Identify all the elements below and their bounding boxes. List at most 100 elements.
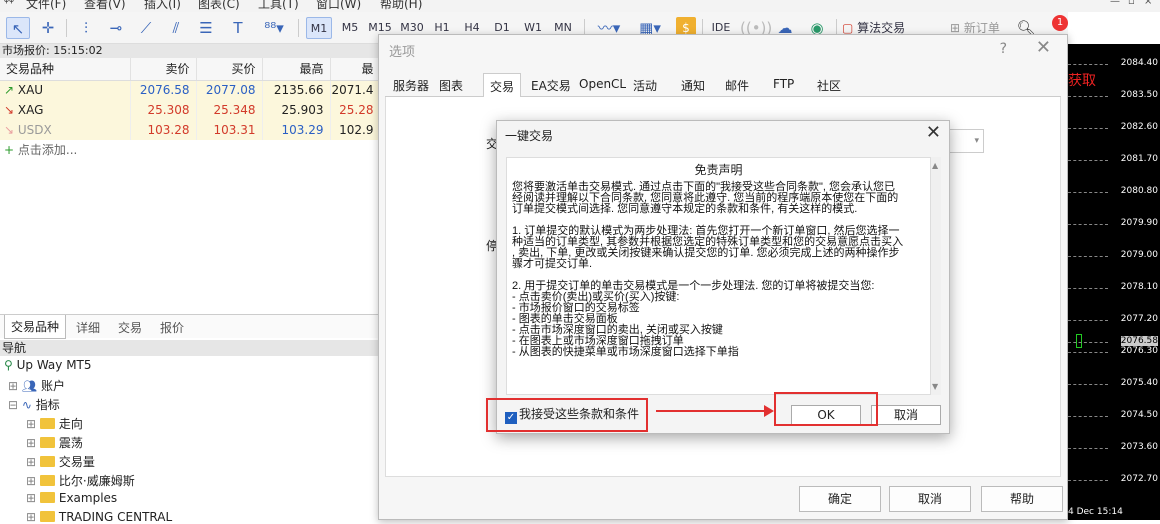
scroll-down-icon[interactable]: ▼ (932, 382, 938, 391)
fibonacci-icon[interactable]: ☰ (194, 17, 218, 39)
folder-icon (39, 437, 55, 448)
col-high[interactable]: 最高 (262, 58, 331, 81)
shapes-icon[interactable]: ⁸⁸▾ (256, 17, 292, 39)
tab-community[interactable]: 社区 (817, 77, 841, 94)
stop-icon: ▢ (842, 21, 858, 35)
price-label: 2079.90 (1120, 218, 1158, 228)
menu-file[interactable]: 文件(F) (26, 0, 66, 12)
arrow-down-icon: ↘ (4, 123, 18, 137)
price-label: 2082.60 (1120, 122, 1158, 132)
dialog-title: 一键交易 (505, 129, 554, 143)
price-label: 2083.50 (1120, 90, 1158, 100)
minimize-icon[interactable]: — (1110, 0, 1120, 7)
options-tabs: 服务器 图表 交易 EA交易 OpenCL 活动 通知 邮件 FTP 社区 (385, 73, 1061, 98)
highlight-box (774, 392, 878, 426)
folder-icon (39, 492, 55, 503)
tab-symbols[interactable]: 交易品种 (4, 315, 67, 339)
folder-icon (39, 475, 55, 486)
price-label: 2080.80 (1120, 186, 1158, 196)
menu-window[interactable]: 窗口(W) (316, 0, 361, 12)
text-icon[interactable]: T (226, 17, 250, 39)
nav-folder[interactable]: ⊞ 震荡 (26, 434, 83, 451)
cursor-icon[interactable]: ↖ (6, 17, 30, 39)
tab-notifications[interactable]: 通知 (681, 77, 705, 94)
notification-badge[interactable]: 1 (1052, 15, 1068, 31)
expand-icon: ⊞ (26, 510, 40, 524)
nav-folder[interactable]: ⊞ 交易量 (26, 453, 95, 470)
grid-line (1068, 128, 1108, 129)
expand-icon: ⊞ (8, 379, 22, 393)
price-chart[interactable]: 获取 2084.40 2083.50 2082.60 2081.70 2080.80 20… (1068, 44, 1160, 520)
tab-ea[interactable]: EA交易 (531, 77, 571, 94)
scroll-up-icon[interactable]: ▲ (932, 161, 938, 170)
options-ok-button[interactable]: 确定 (799, 486, 881, 512)
price-label: 2076.58 (1120, 336, 1158, 346)
close-icon[interactable]: ✕ (926, 122, 941, 143)
close-icon[interactable]: ✕ (1036, 37, 1051, 58)
expand-icon: ⊞ (26, 436, 40, 450)
tab-charts[interactable]: 图表 (439, 77, 463, 94)
tab-ftp[interactable]: FTP (773, 77, 794, 91)
tab-opencl[interactable]: OpenCL (579, 77, 626, 91)
nav-folder[interactable]: ⊞ 比尔·威廉姆斯 (26, 472, 135, 489)
price-label: 2078.10 (1120, 282, 1158, 292)
nav-folder[interactable]: ⊞ Examples (26, 491, 117, 505)
collapse-icon: ⊟ (8, 398, 22, 412)
market-watch-table: 交易品种 卖价 买价 最高 最 ↗ XAU 2076.58 2077.08 21… (0, 58, 381, 140)
col-low[interactable]: 最 (330, 58, 381, 81)
nav-indicators[interactable]: ⊟ ∿ 指标 (8, 396, 60, 413)
menu-bar: ᵠᵠ 文件(F) 查看(V) 插入(I) 图表(C) 工具(T) 窗口(W) 帮… (0, 0, 1160, 12)
tab-server[interactable]: 服务器 (393, 77, 429, 94)
navigator-root[interactable]: ⚲ Up Way MT5 (4, 358, 92, 372)
table-row[interactable]: ↗ XAU 2076.58 2077.08 2135.66 2071.4 (0, 80, 381, 100)
tf-m1[interactable]: M1 (306, 17, 332, 39)
menu-view[interactable]: 查看(V) (84, 0, 126, 12)
tab-trading[interactable]: 交易 (118, 319, 142, 336)
table-row[interactable]: ↘ XAG 25.308 25.348 25.903 25.28 (0, 100, 381, 120)
tab-ticks[interactable]: 报价 (160, 319, 184, 336)
dropdown[interactable]: ▾ (946, 129, 984, 153)
tab-events[interactable]: 活动 (633, 77, 657, 94)
price-label: 2081.70 (1120, 154, 1158, 164)
dialog-cancel-button[interactable]: 取消 (871, 405, 941, 425)
market-watch-tabs: 交易品种 详细 交易 报价 (0, 314, 380, 339)
plus-icon: + (4, 143, 18, 157)
col-bid[interactable]: 卖价 (130, 58, 197, 81)
vertical-line-icon[interactable]: ⫶ (74, 17, 98, 39)
crosshair-icon[interactable]: ✛ (36, 17, 60, 39)
nav-folder[interactable]: ⊞ 走向 (26, 415, 83, 432)
menu-tools[interactable]: 工具(T) (258, 0, 299, 12)
price-label: 2075.40 (1120, 378, 1158, 388)
mt5-icon: ⚲ (4, 358, 17, 372)
disclaimer-heading: 免责声明 (694, 163, 743, 177)
grid-line (1068, 384, 1108, 385)
table-row[interactable]: ↘ USDX 103.28 103.31 103.29 102.9 (0, 120, 381, 140)
col-ask[interactable]: 买价 (196, 58, 263, 81)
restore-icon[interactable]: ▫ (1128, 0, 1135, 7)
options-cancel-button[interactable]: 取消 (889, 486, 971, 512)
options-help-button[interactable]: 帮助 (981, 486, 1063, 512)
menu-insert[interactable]: 插入(I) (144, 0, 181, 12)
close-window-icon[interactable]: × (1144, 0, 1152, 7)
help-icon[interactable]: ? (1000, 41, 1007, 57)
tf-m5[interactable]: M5 (338, 17, 362, 39)
add-symbol-row[interactable]: + 点击添加... (0, 140, 380, 160)
menu-chart[interactable]: 图表(C) (198, 0, 240, 12)
candle (1076, 334, 1082, 348)
grid-line (1068, 448, 1108, 449)
grid-line (1068, 288, 1108, 289)
nav-accounts[interactable]: ⊞ 👥︎ 账户 (8, 377, 65, 394)
plus-icon: ⊞ (950, 21, 964, 35)
trendline-icon[interactable]: ⟋ (134, 17, 158, 39)
nav-folder[interactable]: ⊞ TRADING CENTRAL (26, 510, 172, 524)
tab-details[interactable]: 详细 (76, 319, 100, 336)
channel-icon[interactable]: ⫽ (164, 17, 188, 39)
tab-email[interactable]: 邮件 (725, 77, 749, 94)
price-label: 2077.20 (1120, 314, 1158, 324)
col-symbol[interactable]: 交易品种 (0, 58, 131, 81)
highlight-box (486, 398, 648, 432)
menu-help[interactable]: 帮助(H) (380, 0, 422, 12)
tab-trade[interactable]: 交易 (483, 73, 521, 98)
scrollbar[interactable]: ▲ ▼ (931, 157, 941, 395)
horizontal-line-icon[interactable]: ⊸ (104, 17, 128, 39)
